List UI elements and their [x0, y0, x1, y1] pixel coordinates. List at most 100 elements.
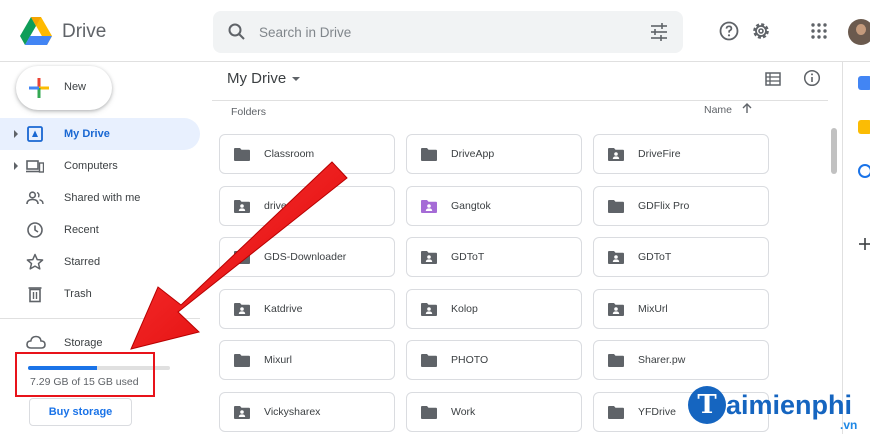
sidebar-item-label: Computers	[64, 160, 118, 172]
app-name[interactable]: Drive	[62, 21, 106, 43]
add-addon-icon[interactable]	[858, 237, 870, 251]
search-options-icon[interactable]	[649, 23, 669, 41]
shared-folder-icon	[234, 406, 250, 419]
sidebar-item-label: Starred	[64, 256, 101, 268]
calendar-icon[interactable]	[858, 76, 870, 90]
expand-icon[interactable]	[14, 130, 18, 138]
folder-item[interactable]: PHOTO	[406, 340, 582, 380]
trash-icon	[28, 287, 42, 303]
folder-item[interactable]: Katdrive	[219, 289, 395, 329]
folder-icon	[608, 354, 624, 367]
watermark-text: aimienphi	[726, 390, 853, 420]
search-bar[interactable]: Search in Drive	[213, 11, 683, 53]
avatar[interactable]	[848, 19, 870, 45]
buy-storage-button[interactable]: Buy storage	[29, 398, 132, 426]
sidebar-item-starred[interactable]: Starred	[0, 246, 200, 278]
folder-icon	[421, 354, 437, 367]
sidebar-item-label: Shared with me	[64, 192, 141, 204]
folder-item[interactable]: MixUrl	[593, 289, 769, 329]
list-view-icon[interactable]	[765, 71, 781, 87]
folder-icon	[421, 406, 437, 419]
folder-icon	[608, 200, 624, 213]
folder-item[interactable]: Work	[406, 392, 582, 432]
highlight-box	[15, 352, 155, 397]
folder-name: GDToT	[451, 251, 485, 263]
sidebar-divider	[0, 318, 200, 319]
shared-folder-icon	[234, 303, 250, 316]
folder-name: Kolop	[451, 303, 478, 315]
folder-icon	[608, 406, 624, 419]
shared-folder-icon	[608, 148, 624, 161]
folder-name: Gangtok	[451, 200, 491, 212]
folder-name: DriveFire	[638, 148, 681, 160]
folders-section-label: Folders	[231, 106, 267, 118]
folder-item[interactable]: DriveApp	[406, 134, 582, 174]
top-bar: Drive Search in Drive	[0, 0, 870, 62]
shared-folder-icon	[421, 200, 437, 213]
folder-item[interactable]: DriveFire	[593, 134, 769, 174]
watermark-logo: T	[688, 386, 726, 424]
search-icon[interactable]	[227, 22, 247, 42]
my-drive-icon	[27, 126, 43, 142]
star-icon	[26, 253, 44, 270]
scrollbar-thumb[interactable]	[831, 128, 837, 174]
chevron-down-icon[interactable]	[292, 77, 300, 81]
sidebar-item-label: Recent	[64, 224, 99, 236]
folder-item[interactable]: GDS-Downloader	[219, 237, 395, 277]
sidebar-item-label: Trash	[64, 288, 92, 300]
folder-item[interactable]: Kolop	[406, 289, 582, 329]
storage-label[interactable]: Storage	[64, 337, 103, 349]
breadcrumb[interactable]: My Drive	[227, 70, 286, 87]
new-button[interactable]: New	[16, 66, 112, 110]
folder-name: Classroom	[264, 148, 315, 160]
folder-name: GDS-Downloader	[264, 251, 347, 263]
folder-name: MixUrl	[638, 303, 668, 315]
sidebar-item-label: My Drive	[64, 128, 110, 140]
sort-by-name[interactable]: Name	[704, 104, 732, 116]
folder-item[interactable]: Sharer.pw	[593, 340, 769, 380]
folder-item[interactable]: Mixurl	[219, 340, 395, 380]
folder-name: GDToT	[638, 251, 672, 263]
clock-icon	[27, 222, 43, 238]
folder-item[interactable]: Classroom	[219, 134, 395, 174]
drive-logo-icon[interactable]	[20, 17, 52, 45]
folder-icon	[421, 148, 437, 161]
help-icon[interactable]	[718, 20, 740, 42]
shared-folder-icon	[421, 303, 437, 316]
buy-storage-label: Buy storage	[48, 406, 113, 418]
expand-icon[interactable]	[14, 162, 18, 170]
settings-icon[interactable]	[750, 20, 772, 42]
folder-name: Mixurl	[264, 354, 292, 366]
folder-icon	[234, 251, 250, 264]
folder-item[interactable]: GDToT	[406, 237, 582, 277]
folder-item[interactable]: Gangtok	[406, 186, 582, 226]
folder-icon	[234, 354, 250, 367]
folder-name: drive•us	[264, 200, 302, 212]
folder-name: DriveApp	[451, 148, 495, 160]
sidebar-item-shared-with-me[interactable]: Shared with me	[0, 182, 200, 214]
folder-item[interactable]: Vickysharex	[219, 392, 395, 432]
folder-name: Katdrive	[264, 303, 303, 315]
folder-name: PHOTO	[451, 354, 489, 366]
folder-name: Sharer.pw	[638, 354, 686, 366]
sidebar-item-my-drive[interactable]: My Drive	[0, 118, 200, 150]
watermark-suffix: .vn	[840, 418, 858, 432]
search-input[interactable]: Search in Drive	[259, 25, 351, 40]
apps-grid-icon[interactable]	[808, 20, 830, 42]
header-divider	[212, 100, 828, 101]
shared-folder-icon	[234, 200, 250, 213]
folder-item[interactable]: GDFlix Pro	[593, 186, 769, 226]
sidebar-item-recent[interactable]: Recent	[0, 214, 200, 246]
arrow-up-icon[interactable]	[741, 102, 753, 114]
sidebar-item-computers[interactable]: Computers	[0, 150, 200, 182]
shared-folder-icon	[608, 303, 624, 316]
keep-icon[interactable]	[858, 120, 870, 134]
folder-icon	[234, 148, 250, 161]
folder-item[interactable]: drive•us	[219, 186, 395, 226]
info-icon[interactable]	[803, 69, 821, 87]
sidebar-item-trash[interactable]: Trash	[0, 278, 200, 310]
folder-name: YFDrive	[638, 406, 676, 418]
tasks-icon[interactable]	[858, 164, 870, 178]
folder-item[interactable]: GDToT	[593, 237, 769, 277]
shared-folder-icon	[608, 251, 624, 264]
